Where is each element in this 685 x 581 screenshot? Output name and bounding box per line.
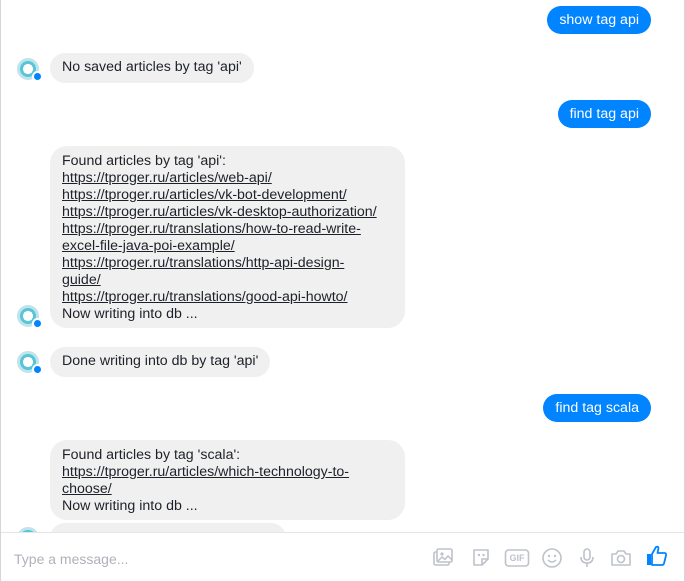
message-bubble-incoming[interactable]: No saved articles by tag 'api' [50, 53, 254, 83]
camera-icon[interactable] [608, 545, 634, 571]
message-text: Found articles by tag 'api': [62, 153, 226, 169]
photo-icon[interactable] [430, 545, 456, 571]
gif-icon[interactable]: GIF [504, 545, 530, 571]
article-link[interactable]: excel-file-java-poi-example/ [62, 238, 393, 255]
article-link[interactable]: guide/ [62, 272, 393, 289]
composer-bar: GIF [1, 532, 684, 581]
article-link[interactable]: https://tproger.ru/articles/vk-desktop-a… [62, 204, 393, 221]
article-link[interactable]: choose/ [62, 481, 393, 498]
message-text: Found articles by tag 'scala': [62, 447, 241, 463]
message-bubble-incoming[interactable] [50, 523, 286, 532]
gif-label: GIF [509, 553, 525, 563]
message-bubble-incoming[interactable]: Found articles by tag 'scala': https://t… [50, 440, 405, 520]
outgoing-message: find tag api [557, 100, 651, 128]
article-link[interactable]: https://tproger.ru/articles/vk-bot-devel… [62, 187, 393, 204]
messenger-badge-icon [32, 318, 43, 329]
microphone-icon[interactable] [574, 545, 600, 571]
message-bubble-incoming[interactable]: Done writing into db by tag 'api' [50, 347, 271, 377]
messenger-badge-icon [32, 71, 43, 82]
article-link[interactable]: https://tproger.ru/translations/http-api… [62, 255, 393, 272]
message-bubble-outgoing[interactable]: find tag scala [543, 394, 651, 422]
message-input[interactable] [14, 550, 394, 568]
message-bubble-incoming[interactable]: Found articles by tag 'api': https://tpr… [50, 146, 405, 328]
outgoing-message: find tag scala [543, 394, 651, 422]
messenger-window: show tag api No saved articles by tag 'a… [0, 0, 685, 581]
article-link[interactable]: https://tproger.ru/translations/how-to-r… [62, 221, 393, 238]
sticker-icon[interactable] [468, 545, 494, 571]
messenger-badge-icon [32, 364, 43, 375]
message-bubble-outgoing[interactable]: show tag api [547, 6, 651, 34]
article-link[interactable]: https://tproger.ru/articles/web-api/ [62, 170, 393, 187]
article-link[interactable]: https://tproger.ru/articles/which-techno… [62, 464, 393, 481]
emoji-icon[interactable] [539, 545, 565, 571]
outgoing-message: show tag api [547, 6, 651, 34]
message-text: Now writing into db ... [62, 306, 198, 322]
message-text: Now writing into db ... [62, 498, 198, 514]
like-icon[interactable] [644, 543, 670, 569]
article-link[interactable]: https://tproger.ru/translations/good-api… [62, 289, 393, 306]
message-thread[interactable]: show tag api No saved articles by tag 'a… [1, 0, 684, 532]
message-bubble-outgoing[interactable]: find tag api [557, 100, 651, 128]
